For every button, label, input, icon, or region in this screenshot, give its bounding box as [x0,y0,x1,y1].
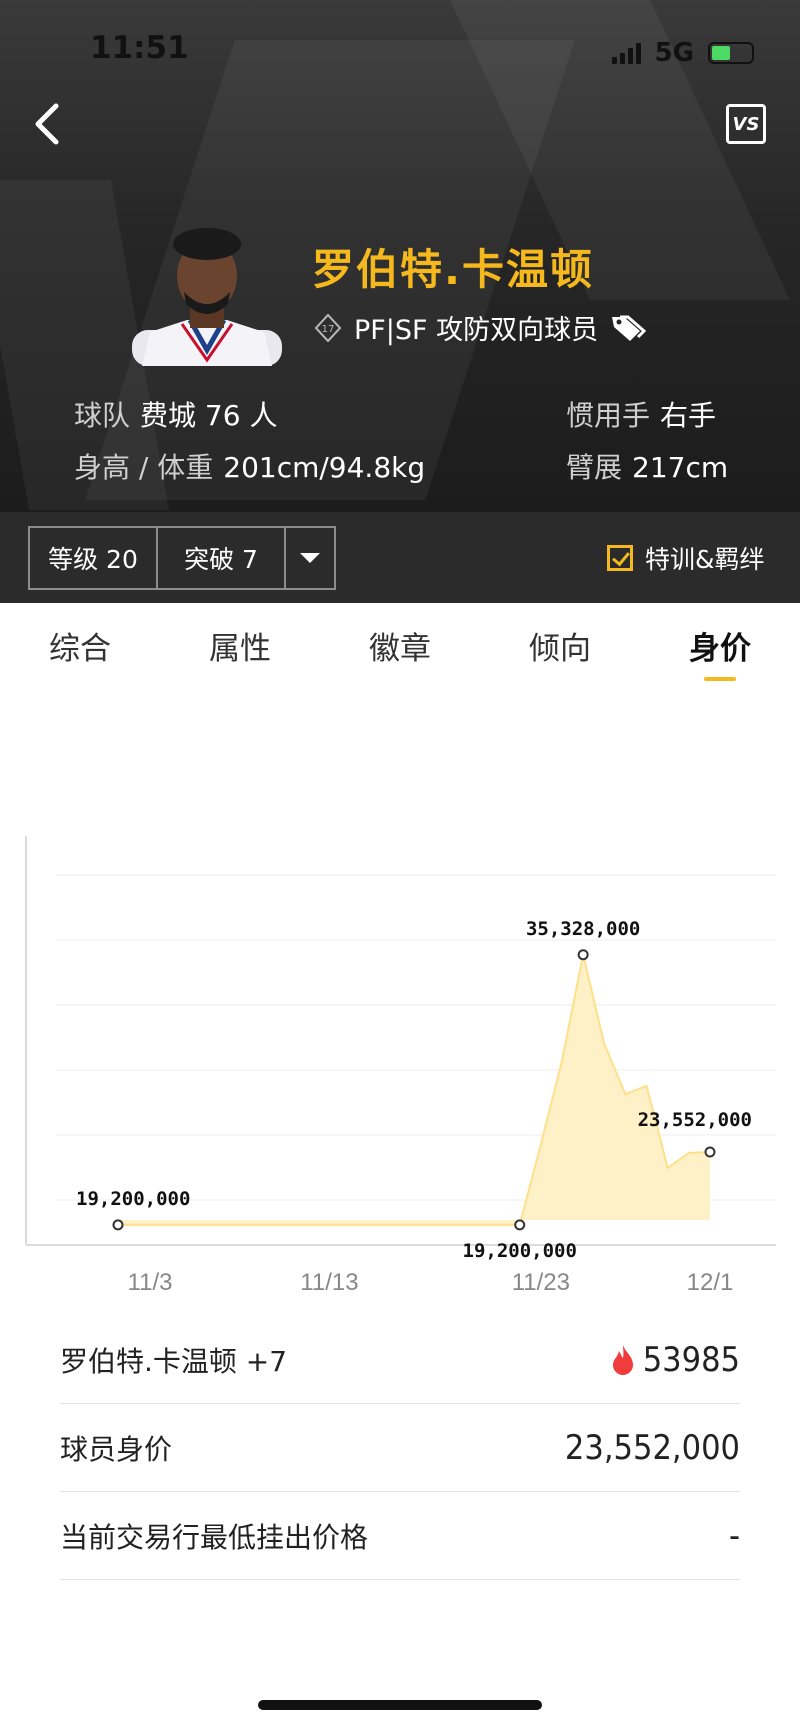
player-value-label: 球员身价 [60,1432,173,1466]
tab-bar: 综合 属性 徽章 倾向 身价 [0,603,800,683]
data-point-marker [577,949,589,961]
fire-icon [612,1344,633,1375]
height-weight-info: 身高 / 体重 201cm/94.8kg [74,451,426,484]
data-point-marker [112,1219,124,1231]
data-label: 19,200,000 [463,1240,577,1262]
network-type: 5G [654,38,694,68]
vs-compare-icon[interactable]: VS [726,104,766,144]
card-name: 罗伯特.卡温顿 +7 [60,1344,288,1378]
card-rank-icon: 17 [314,313,342,342]
level-selector: 等级 20 突破 7 [28,526,336,590]
player-value: 23,552,000 [564,1427,740,1468]
data-label: 19,200,000 [76,1188,190,1210]
x-tick-label: 11/23 [512,1269,570,1296]
data-label: 35,328,000 [526,918,640,940]
signal-icon [611,42,641,64]
tab-attributes[interactable]: 属性 [180,623,300,668]
tab-tendencies[interactable]: 倾向 [500,623,620,668]
data-point-marker [514,1219,526,1231]
value-history-chart: 19,200,000 19,200,000 35,328,000 23,552,000… [25,836,776,1296]
data-point-marker [704,1146,716,1158]
card-hot-row: 罗伯特.卡温顿 +7 53985 [60,1316,740,1404]
chevron-down-icon [300,553,320,563]
player-value-row: 球员身价 23,552,000 [60,1404,740,1492]
x-tick-label: 11/3 [128,1269,173,1296]
status-time: 11:51 [90,30,189,66]
market-price-label: 当前交易行最低挂出价格 [60,1520,369,1554]
tab-value[interactable]: 身价 [660,623,780,668]
tab-overview[interactable]: 综合 [20,623,140,668]
breakthrough-button[interactable]: 突破 7 [158,528,286,588]
player-role-row: 17 PF|SF 攻防双向球员 [314,308,647,347]
player-role: PF|SF 攻防双向球员 [354,315,599,346]
x-tick-label: 12/1 [687,1269,734,1296]
svg-text:17: 17 [322,324,335,335]
training-checkbox[interactable] [607,545,633,571]
tag-icon[interactable] [610,313,647,343]
status-bar-right: 5G [611,38,754,68]
dropdown-toggle[interactable] [286,528,334,588]
x-tick-label: 11/13 [300,1269,358,1296]
player-name: 罗伯特.卡温顿 [312,245,594,294]
back-arrow-icon[interactable] [28,100,68,148]
home-indicator [258,1700,542,1710]
market-price-row: 当前交易行最低挂出价格 - [60,1492,740,1580]
hand-info: 惯用手 右手 [566,399,717,432]
data-label: 23,552,000 [638,1109,752,1131]
training-toggle[interactable]: 特训&羁绊 [607,540,765,576]
team-info: 球队 费城 76 人 [74,399,278,432]
market-price-value: - [728,1515,740,1556]
hot-count-value: 53985 [642,1339,740,1380]
level-button[interactable]: 等级 20 [30,528,158,588]
hot-count: 53985 [611,1340,740,1380]
battery-icon [708,42,754,64]
tab-indicator [704,677,736,681]
wingspan-info: 臂展 217cm [566,451,729,484]
tab-badges[interactable]: 徽章 [340,623,460,668]
training-label: 特训&羁绊 [645,545,765,574]
value-area [118,954,710,1225]
player-avatar [132,228,282,366]
